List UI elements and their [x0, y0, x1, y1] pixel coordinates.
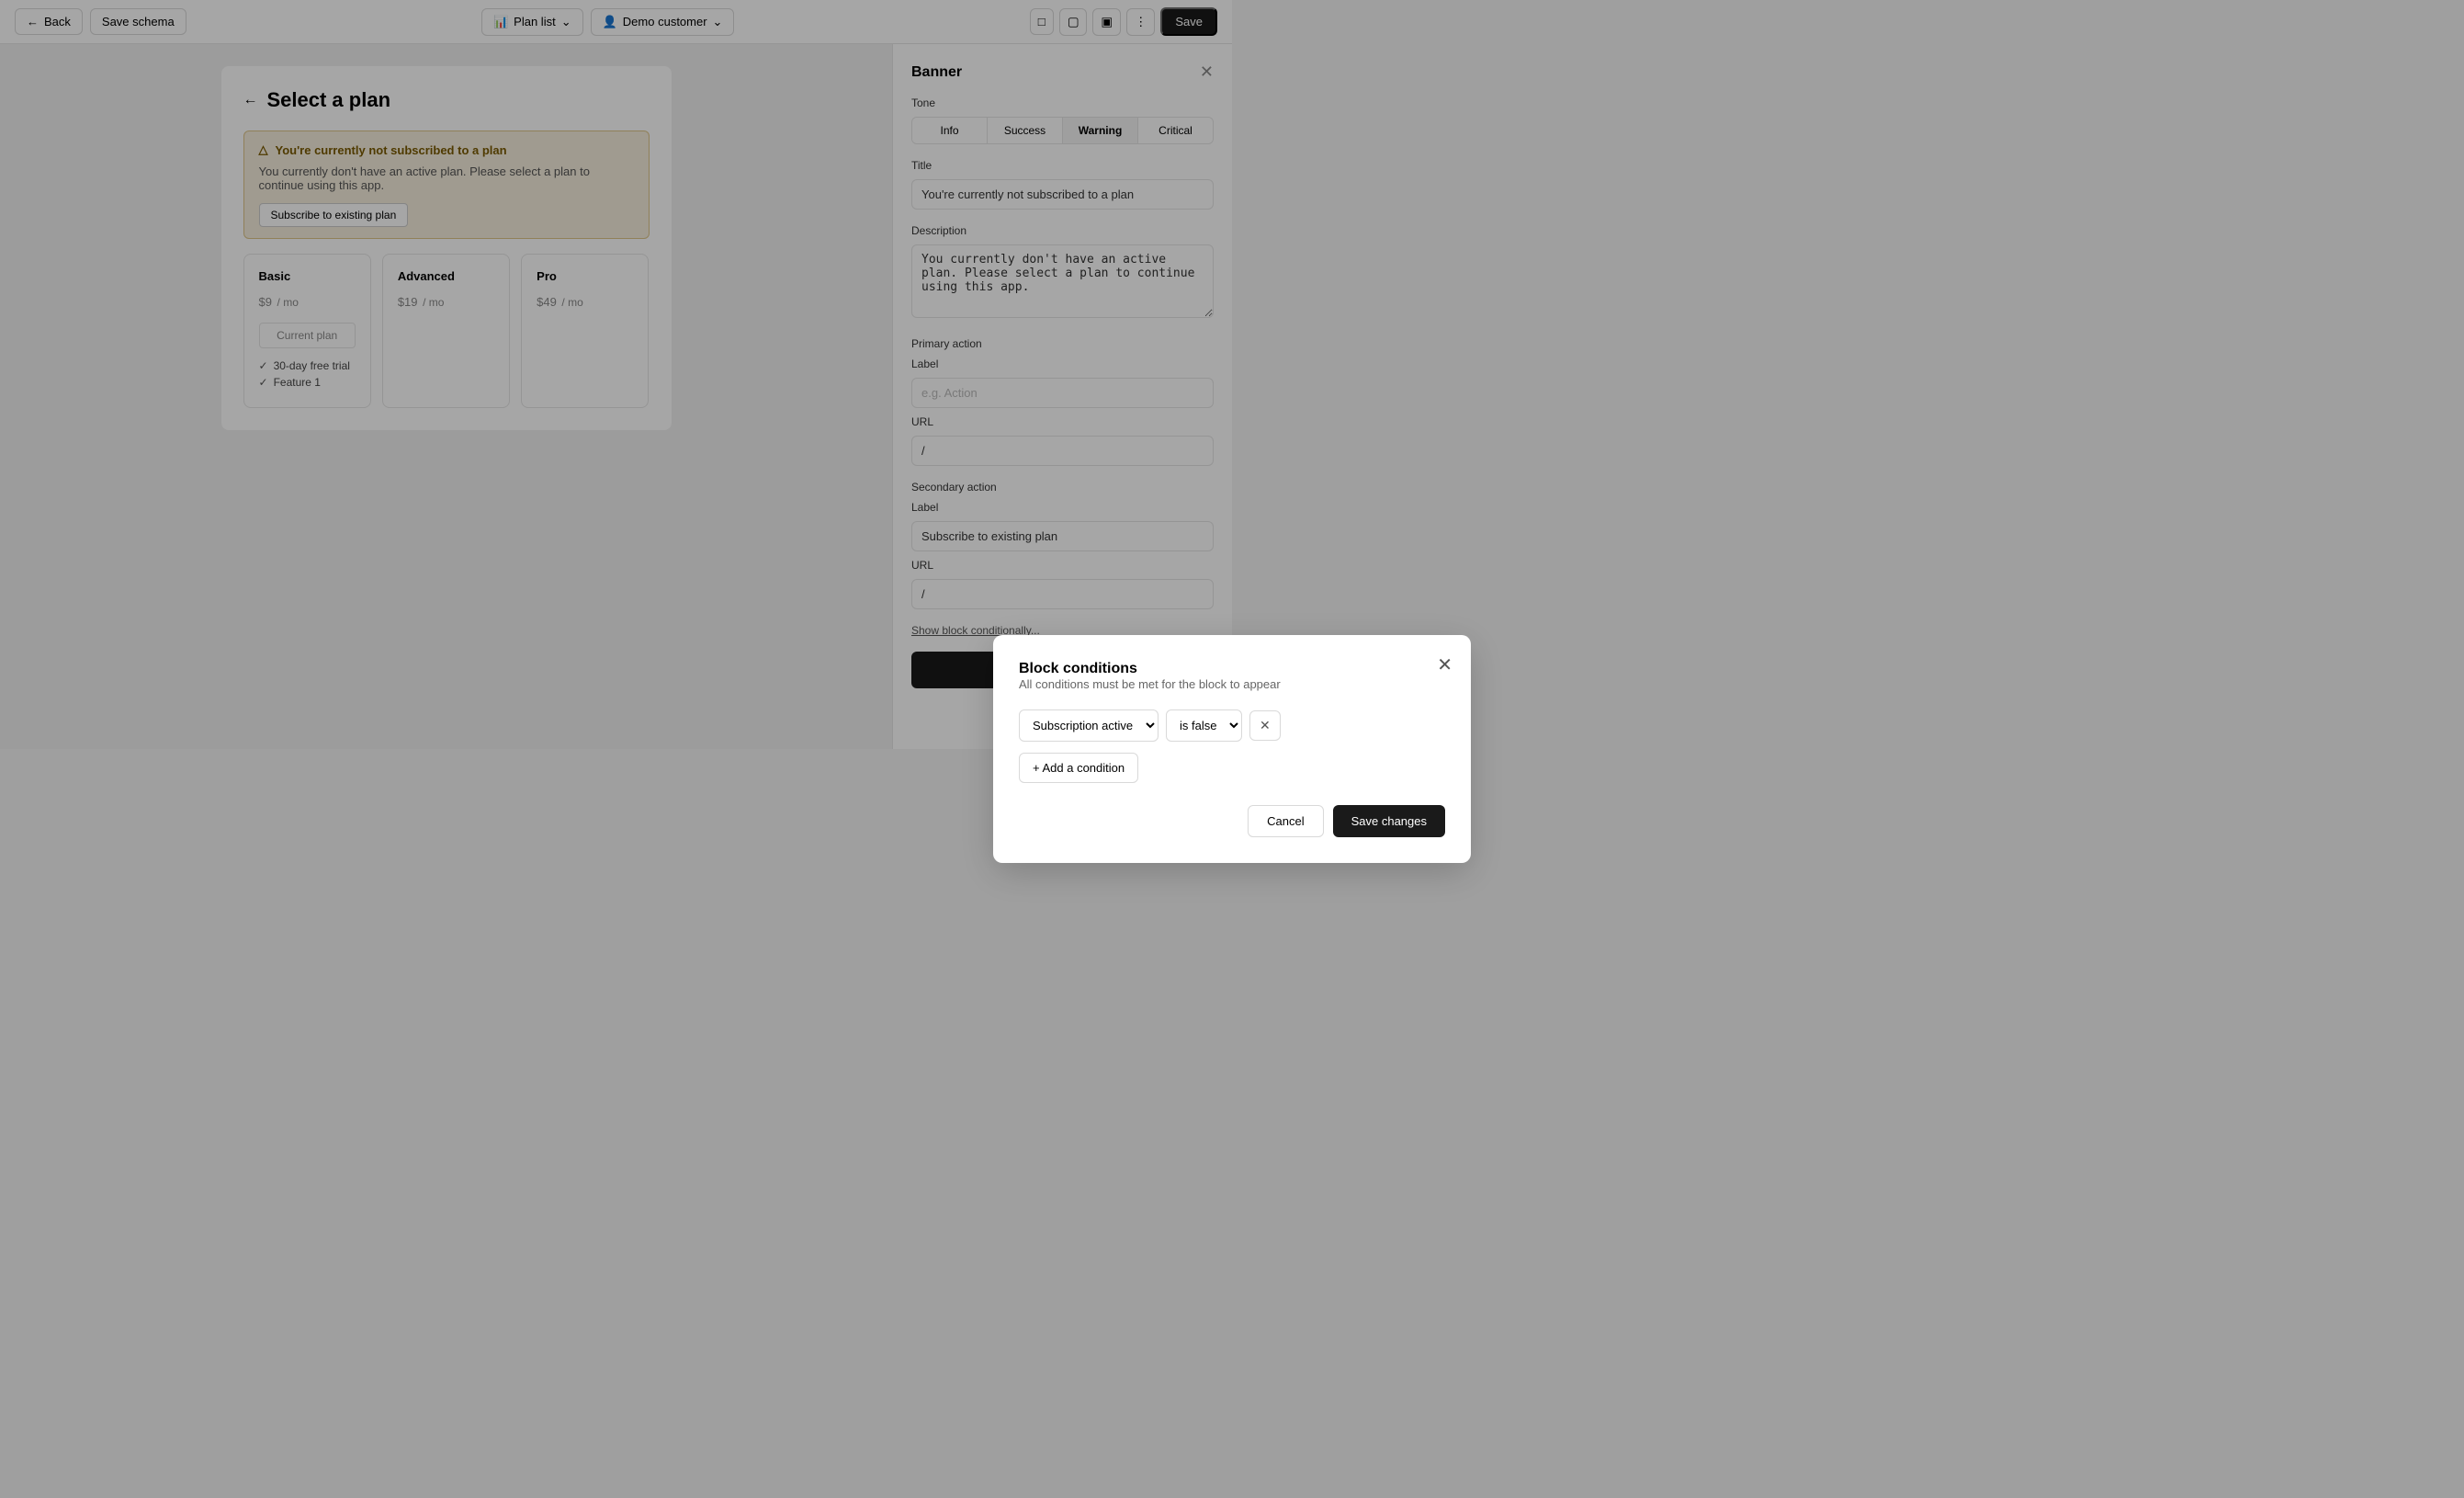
- add-condition-label: + Add a condition: [1033, 761, 1125, 775]
- save-changes-label: Save changes: [1351, 814, 1427, 828]
- cancel-button[interactable]: Cancel: [1248, 805, 1323, 837]
- condition-row: Subscription active is false ✕: [1019, 709, 1445, 742]
- add-condition-button[interactable]: + Add a condition: [1019, 753, 1138, 783]
- modal-close-button[interactable]: ✕: [1437, 653, 1452, 676]
- modal-footer: Cancel Save changes: [1019, 805, 1445, 837]
- block-conditions-modal: Block conditions ✕ All conditions must b…: [993, 635, 1471, 863]
- condition-clear-button[interactable]: ✕: [1249, 710, 1281, 741]
- condition-field-select[interactable]: Subscription active: [1019, 709, 1159, 742]
- cancel-label: Cancel: [1267, 814, 1304, 828]
- modal-subtitle: All conditions must be met for the block…: [1019, 677, 1445, 691]
- modal-overlay: Block conditions ✕ All conditions must b…: [0, 0, 2464, 1498]
- modal-title: Block conditions: [1019, 661, 1445, 677]
- condition-operator-select[interactable]: is false: [1166, 709, 1242, 742]
- save-changes-button[interactable]: Save changes: [1333, 805, 1445, 837]
- modal-header: Block conditions ✕ All conditions must b…: [1019, 661, 1445, 691]
